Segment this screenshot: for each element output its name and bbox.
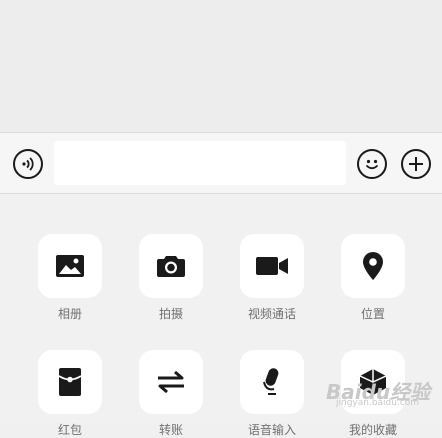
watermark: Baidu经验 jingyan.baidu.com xyxy=(322,372,442,416)
panel-item-location[interactable]: 位置 xyxy=(341,234,405,322)
message-input[interactable] xyxy=(54,141,346,185)
plus-icon xyxy=(409,157,423,171)
camera-icon xyxy=(157,256,185,277)
emoji-icon xyxy=(365,159,379,170)
location-icon xyxy=(363,252,383,280)
voice-toggle-button[interactable] xyxy=(13,149,43,179)
panel-item-voice-input[interactable]: 语音输入 xyxy=(240,350,304,438)
panel-item-label: 视频通话 xyxy=(247,307,296,321)
panel-item-video-call[interactable]: 视频通话 xyxy=(240,234,304,322)
panel-item-label: 语音输入 xyxy=(247,423,296,437)
red-packet-icon xyxy=(58,368,82,396)
panel-item-red-packet[interactable]: 红包 xyxy=(38,350,102,438)
image-icon xyxy=(56,255,84,277)
panel-item-transfer[interactable]: 转账 xyxy=(139,350,203,438)
more-functions-button[interactable] xyxy=(401,149,431,179)
watermark-sub: jingyan.baidu.com xyxy=(336,398,420,408)
emoji-button[interactable] xyxy=(357,149,387,179)
panel-item-label: 我的收藏 xyxy=(348,423,397,437)
panel-item-label: 相册 xyxy=(57,307,82,321)
panel-item-label: 转账 xyxy=(158,423,183,437)
panel-item-label: 拍摄 xyxy=(158,307,183,321)
panel-item-camera[interactable]: 拍摄 xyxy=(139,234,203,322)
panel-item-label: 红包 xyxy=(57,423,82,437)
voice-icon xyxy=(22,157,34,171)
panel-item-album[interactable]: 相册 xyxy=(38,234,102,322)
transfer-icon xyxy=(158,370,184,394)
panel-item-label: 位置 xyxy=(360,307,385,321)
chat-input-bar xyxy=(0,132,442,194)
chat-message-area xyxy=(0,0,442,132)
video-icon xyxy=(256,257,288,275)
mic-icon xyxy=(263,368,279,395)
